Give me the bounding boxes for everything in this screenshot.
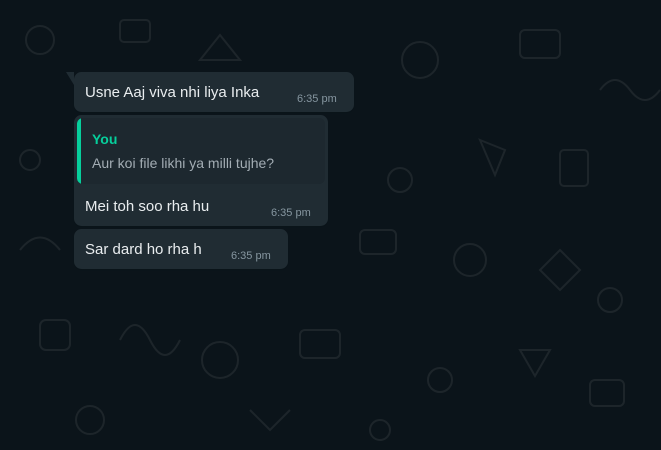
message-timestamp: 6:35 pm	[297, 93, 337, 105]
chat-conversation-panel[interactable]: Usne Aaj viva nhi liya Inka 6:35 pm You …	[0, 0, 661, 450]
message-text: Sar dard ho rha h	[85, 241, 202, 258]
message-bubble-incoming[interactable]: Usne Aaj viva nhi liya Inka 6:35 pm	[66, 72, 354, 112]
message-timestamp: 6:35 pm	[271, 207, 311, 219]
quote-accent-bar	[77, 118, 81, 184]
quoted-message[interactable]: You Aur koi file likhi ya milli tujhe?	[77, 118, 325, 184]
quoted-message-text: Aur koi file likhi ya milli tujhe?	[92, 155, 275, 171]
message-bubble-incoming-reply[interactable]: You Aur koi file likhi ya milli tujhe? M…	[74, 115, 328, 226]
message-timestamp: 6:35 pm	[231, 250, 271, 262]
quoted-message-author: You	[92, 131, 118, 147]
message-bubble-incoming[interactable]: Sar dard ho rha h 6:35 pm	[74, 229, 288, 269]
message-text: Usne Aaj viva nhi liya Inka	[85, 84, 260, 101]
message-text: Mei toh soo rha hu	[85, 198, 210, 215]
